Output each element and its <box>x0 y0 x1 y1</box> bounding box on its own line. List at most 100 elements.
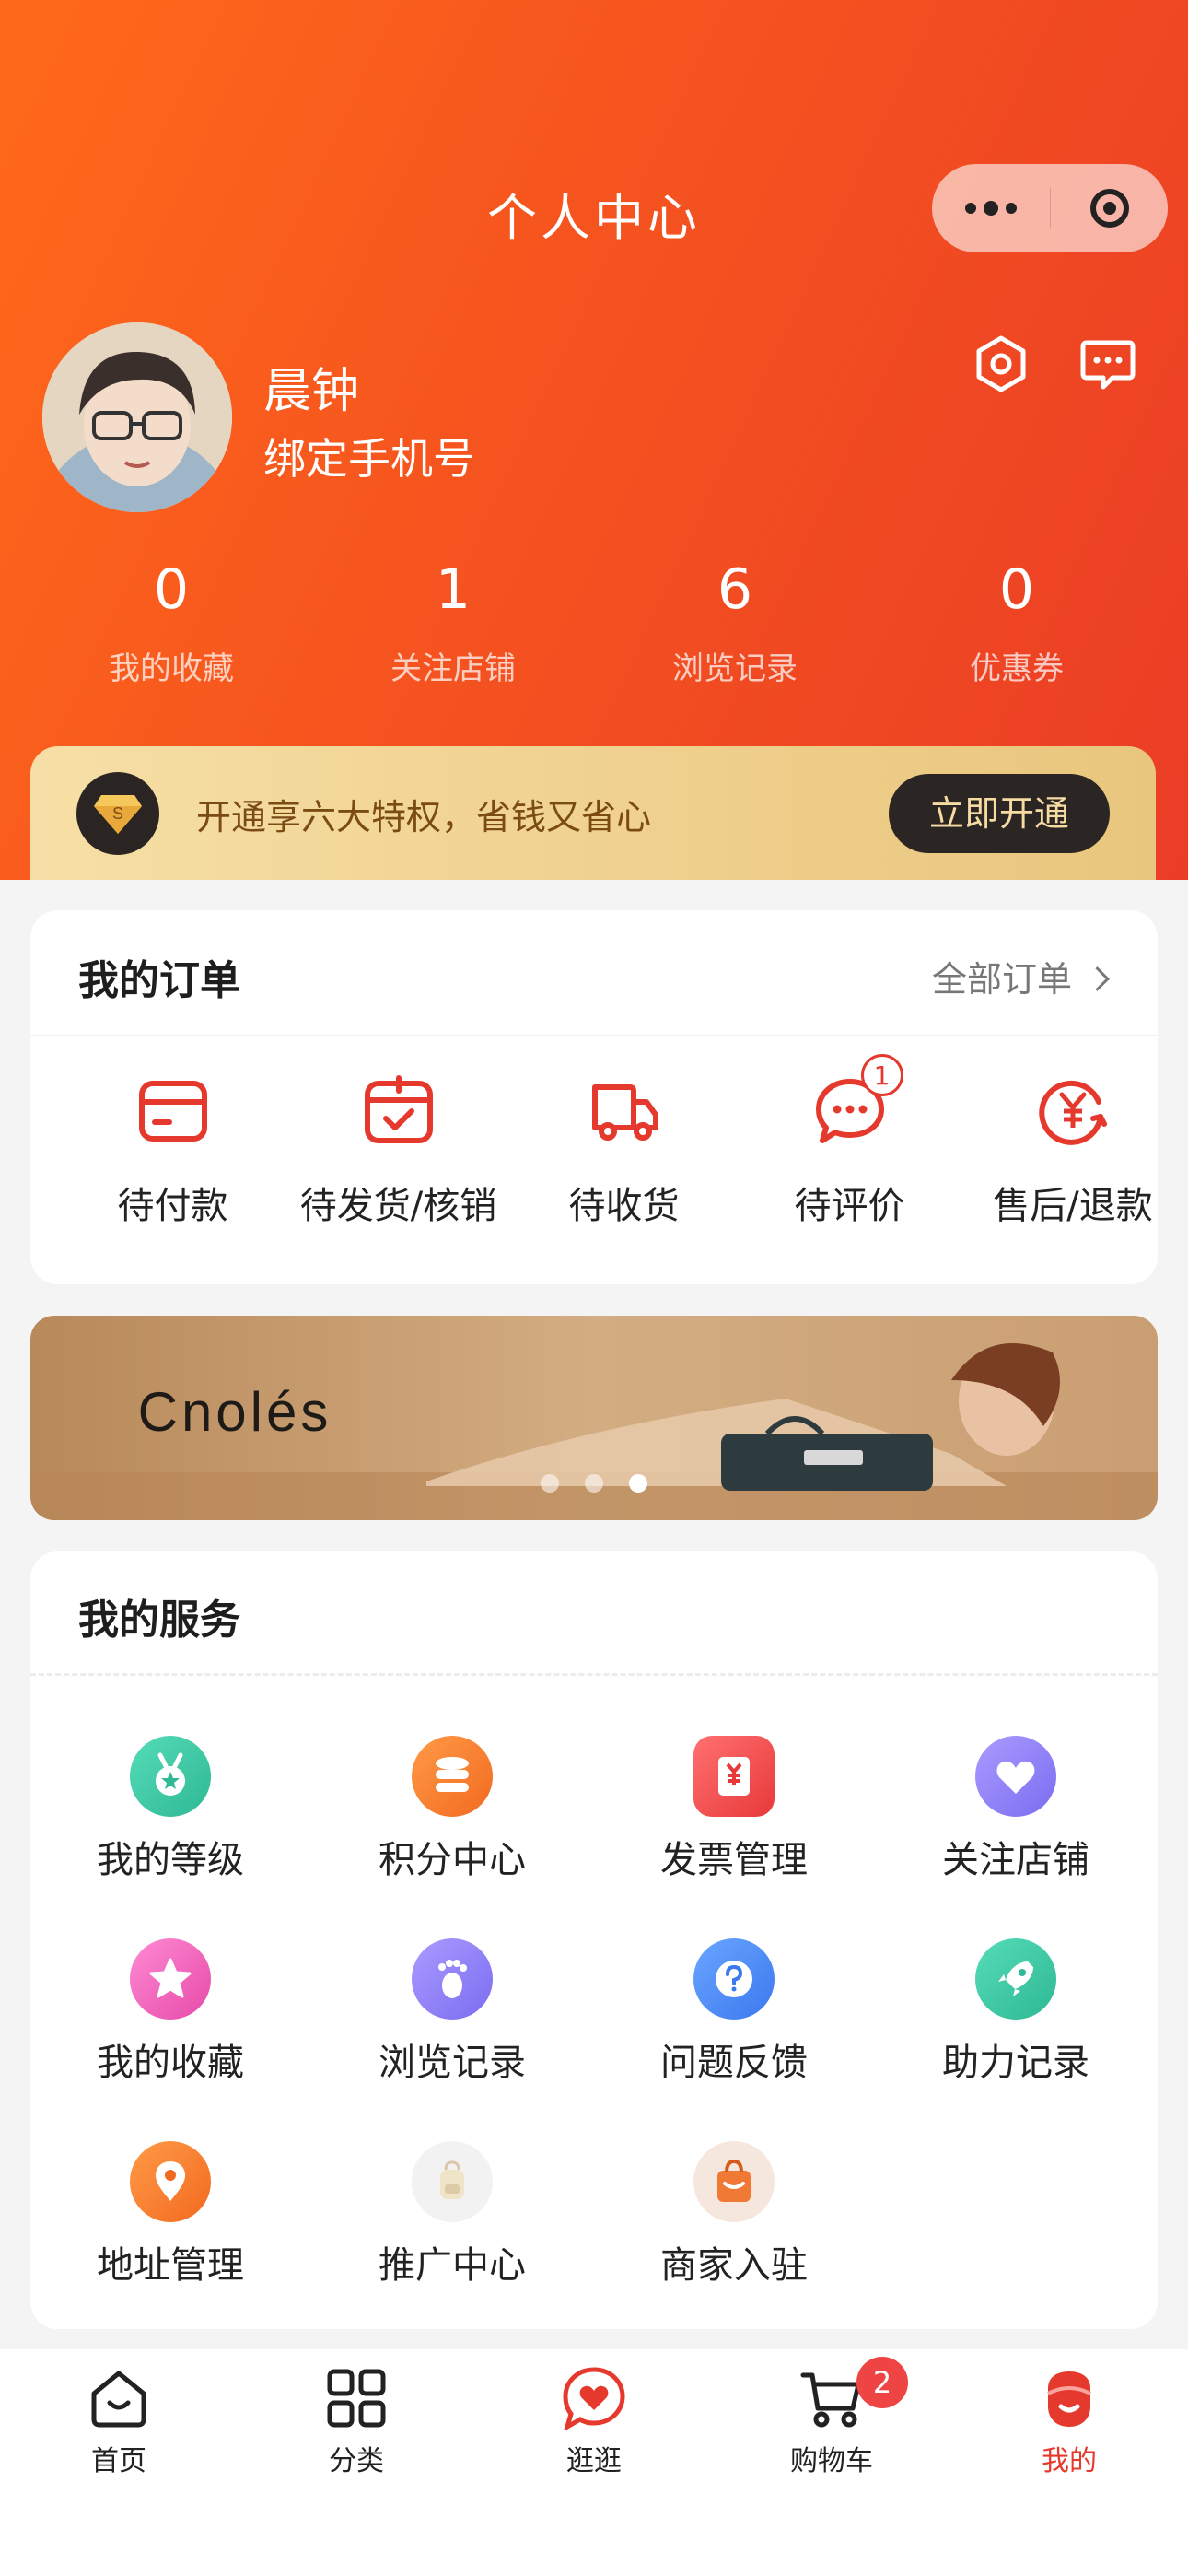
order-pending-receipt[interactable]: 待收货 <box>511 1074 737 1229</box>
stat-label: 浏览记录 <box>672 650 798 687</box>
question-icon <box>693 1938 775 2020</box>
footprint-icon <box>412 1938 493 2020</box>
vip-open-button[interactable]: 立即开通 <box>889 774 1110 853</box>
orders-card: 我的订单 全部订单 待付款 待发货/核销 待收货 1 待评价 售后/退款 <box>30 910 1158 1284</box>
vip-banner[interactable]: S 开通享六大特权，省钱又省心 立即开通 <box>30 746 1156 880</box>
service-label: 我的收藏 <box>97 2042 244 2084</box>
stat-label: 关注店铺 <box>390 650 516 687</box>
services-divider <box>30 1673 1158 1676</box>
bind-phone-link[interactable]: 绑定手机号 <box>263 426 475 486</box>
more-dots-icon[interactable] <box>932 201 1050 216</box>
order-after-sales[interactable]: 售后/退款 <box>962 1074 1183 1229</box>
service-followed-shops[interactable]: 关注店铺 <box>878 1736 1154 1883</box>
service-address[interactable]: 地址管理 <box>32 2141 309 2289</box>
orders-divider <box>30 1035 1158 1036</box>
rocket-icon <box>975 1938 1056 2020</box>
tab-label: 购物车 <box>790 2445 873 2477</box>
tab-label: 首页 <box>91 2445 146 2477</box>
carousel-dot[interactable] <box>541 1474 559 1493</box>
carousel-dots <box>30 1474 1158 1493</box>
order-label: 售后/退款 <box>993 1185 1153 1227</box>
invoice-yen-icon <box>693 1736 775 1817</box>
service-points-center[interactable]: 积分中心 <box>314 1736 590 1883</box>
stat-label: 我的收藏 <box>109 650 234 687</box>
all-orders-link[interactable]: 全部订单 <box>931 951 1110 1001</box>
tab-discover[interactable]: 逛逛 <box>475 2366 713 2478</box>
tab-home[interactable]: 首页 <box>0 2366 238 2478</box>
services-title: 我的服务 <box>78 1597 240 1644</box>
diamond-icon: S <box>76 772 159 855</box>
order-label: 待收货 <box>568 1185 680 1227</box>
carousel-dot[interactable] <box>585 1474 603 1493</box>
order-label: 待发货/核销 <box>299 1185 497 1227</box>
service-label: 我的等级 <box>97 1839 244 1881</box>
hexagon-settings-icon[interactable] <box>971 334 1031 394</box>
refund-yen-icon <box>1039 1080 1107 1145</box>
vip-promo-text: 开通享六大特权，省钱又省心 <box>196 797 652 837</box>
wallet-icon <box>138 1081 207 1142</box>
stat-followed-shops[interactable]: 1 关注店铺 <box>315 553 591 688</box>
service-merchant-join[interactable]: 商家入驻 <box>596 2141 872 2289</box>
stat-value: 0 <box>998 557 1035 622</box>
service-feedback[interactable]: 问题反馈 <box>596 1938 872 2086</box>
message-bubble-icon[interactable] <box>1077 334 1138 394</box>
chevron-right-icon <box>1085 966 1110 991</box>
order-pending-payment[interactable]: 待付款 <box>60 1074 285 1229</box>
service-label: 助力记录 <box>942 2042 1089 2084</box>
promo-brand: Cnolés <box>138 1381 332 1443</box>
service-label: 问题反馈 <box>660 2042 808 2084</box>
coins-stack-icon <box>412 1736 493 1817</box>
home-icon <box>91 2371 146 2428</box>
bottom-tab-bar: 首页 分类 逛逛 2 购物车 我的 <box>0 2349 1188 2576</box>
tab-label: 我的 <box>1042 2445 1097 2477</box>
stat-value: 1 <box>435 557 472 622</box>
tab-cart[interactable]: 2 购物车 <box>713 2357 950 2478</box>
service-label: 浏览记录 <box>379 2042 526 2084</box>
stat-history[interactable]: 6 浏览记录 <box>597 553 873 688</box>
carousel-dot-active[interactable] <box>629 1474 647 1493</box>
service-label: 积分中心 <box>379 1839 526 1881</box>
service-boost-records[interactable]: 助力记录 <box>878 1938 1154 2086</box>
service-invoice[interactable]: 发票管理 <box>596 1736 872 1883</box>
orders-title: 我的订单 <box>78 957 240 1004</box>
stat-value: 0 <box>153 557 190 622</box>
backpack-icon <box>412 2141 493 2222</box>
tab-label: 逛逛 <box>566 2445 622 2477</box>
service-my-favorites[interactable]: 我的收藏 <box>32 1938 309 2086</box>
review-count-badge: 1 <box>860 1054 903 1096</box>
stat-value: 6 <box>716 557 753 622</box>
service-browse-history[interactable]: 浏览记录 <box>314 1938 590 2086</box>
tab-category[interactable]: 分类 <box>238 2366 475 2478</box>
heart-chat-icon <box>563 2367 625 2430</box>
service-promotion-center[interactable]: 推广中心 <box>314 2141 590 2289</box>
truck-icon <box>591 1084 658 1141</box>
star-icon <box>130 1938 211 2020</box>
service-label: 关注店铺 <box>942 1839 1089 1881</box>
svg-text:S: S <box>112 804 123 823</box>
service-label: 地址管理 <box>97 2244 244 2287</box>
heart-icon <box>975 1736 1056 1817</box>
avatar[interactable] <box>42 322 232 512</box>
order-pending-review[interactable]: 1 待评价 <box>737 1054 962 1229</box>
medal-icon <box>130 1736 211 1817</box>
location-pin-icon <box>130 2141 211 2222</box>
stat-label: 优惠券 <box>970 650 1064 687</box>
promo-carousel[interactable]: Cnolés <box>30 1316 1158 1520</box>
order-label: 待评价 <box>794 1185 905 1227</box>
mini-program-capsule <box>932 164 1168 252</box>
tab-mine[interactable]: 我的 <box>950 2366 1188 2478</box>
all-orders-label: 全部订单 <box>931 959 1072 1000</box>
stat-favorites[interactable]: 0 我的收藏 <box>33 553 309 688</box>
service-label: 推广中心 <box>379 2244 526 2287</box>
order-pending-shipment[interactable]: 待发货/核销 <box>285 1074 511 1229</box>
service-label: 商家入驻 <box>660 2244 808 2287</box>
services-card: 我的服务 我的等级 积分中心 发票管理 关注店铺 我的收藏 浏览记录 问题反馈 … <box>30 1551 1158 2329</box>
calendar-check-icon <box>364 1075 433 1143</box>
service-label: 发票管理 <box>660 1839 808 1881</box>
order-label: 待付款 <box>117 1185 228 1227</box>
tab-label: 分类 <box>329 2445 384 2477</box>
cart-count-badge: 2 <box>856 2357 908 2408</box>
stat-coupons[interactable]: 0 优惠券 <box>879 553 1155 688</box>
service-my-level[interactable]: 我的等级 <box>32 1736 309 1883</box>
target-circle-icon[interactable] <box>1051 189 1168 228</box>
